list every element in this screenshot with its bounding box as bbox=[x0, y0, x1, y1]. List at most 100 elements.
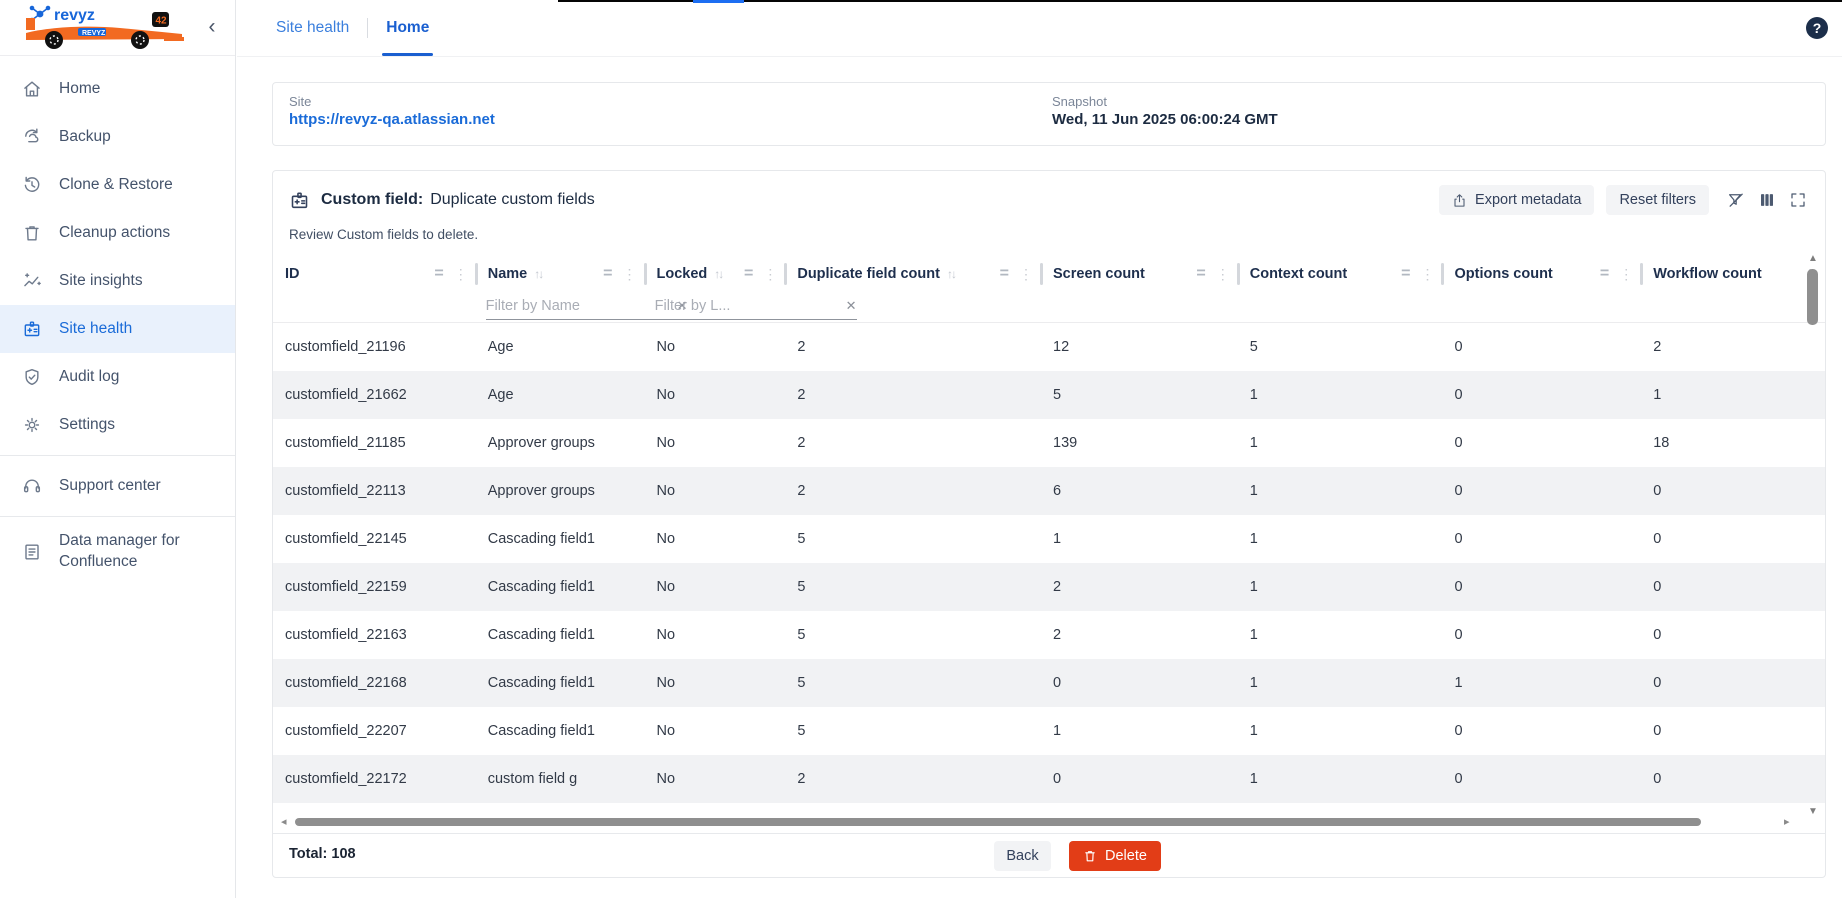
sort-icon[interactable]: ↑↓ bbox=[714, 267, 722, 281]
sidebar-item-label: Clone & Restore bbox=[59, 176, 173, 194]
column-resize-handle-icon[interactable]: = bbox=[1196, 265, 1205, 283]
sidebar-item-cleanup-actions[interactable]: Cleanup actions bbox=[0, 209, 235, 257]
sidebar-item-site-health[interactable]: Site health bbox=[0, 305, 235, 353]
settings-icon bbox=[22, 415, 42, 435]
column-menu-icon[interactable]: ⋮ bbox=[1420, 266, 1434, 283]
cell-name: Cascading field1 bbox=[476, 675, 645, 691]
sort-icon[interactable]: ↑↓ bbox=[534, 267, 542, 281]
tab-home[interactable]: Home bbox=[386, 0, 429, 57]
sidebar-item-backup[interactable]: Backup bbox=[0, 113, 235, 161]
recording-progress bbox=[693, 0, 744, 3]
column-header-duplicate-field-count[interactable]: Duplicate field count ↑↓ = ⋮ bbox=[785, 257, 1041, 291]
scroll-down-arrow-icon[interactable]: ▼ bbox=[1806, 806, 1820, 817]
columns-icon[interactable] bbox=[1758, 191, 1776, 209]
cell-workflow-count: 0 bbox=[1641, 723, 1825, 739]
cell-screen-count: 1 bbox=[1041, 531, 1238, 547]
cell-options-count: 1 bbox=[1442, 675, 1641, 691]
sidebar-item-audit-log[interactable]: Audit log bbox=[0, 353, 235, 401]
sidebar-item-support-center[interactable]: Support center bbox=[0, 462, 235, 510]
scroll-up-arrow-icon[interactable]: ▲ bbox=[1806, 253, 1820, 264]
help-button[interactable]: ? bbox=[1806, 17, 1828, 39]
cell-options-count: 0 bbox=[1442, 483, 1641, 499]
column-header-id[interactable]: ID=⋮ bbox=[273, 257, 476, 291]
column-resize-handle-icon[interactable]: = bbox=[1401, 265, 1410, 283]
table-row[interactable]: customfield_21662AgeNo25101 bbox=[273, 371, 1825, 419]
column-header-workflow-count[interactable]: Workflow count⋮ bbox=[1641, 257, 1825, 291]
vertical-scrollbar-thumb[interactable] bbox=[1807, 269, 1818, 325]
table-row[interactable]: customfield_22159Cascading field1No52100 bbox=[273, 563, 1825, 611]
filter-cell-locked: ✕ bbox=[645, 291, 786, 322]
horizontal-scrollbar[interactable]: ◂ ▸ bbox=[281, 816, 1819, 828]
sidebar-item-site-insights[interactable]: Site insights bbox=[0, 257, 235, 305]
breadcrumb-site-health[interactable]: Site health bbox=[276, 19, 349, 37]
document-icon bbox=[22, 542, 42, 562]
scroll-left-arrow-icon[interactable]: ◂ bbox=[281, 815, 287, 828]
filter-cell-id bbox=[273, 291, 476, 322]
cell-locked: No bbox=[645, 483, 786, 499]
sidebar-item-settings[interactable]: Settings bbox=[0, 401, 235, 449]
sidebar-item-data-manager-for-confluence[interactable]: Data manager for Confluence bbox=[0, 523, 235, 581]
column-resize-handle-icon[interactable]: = bbox=[1000, 265, 1009, 283]
column-label: Duplicate field count bbox=[797, 266, 940, 282]
table-row[interactable]: customfield_22113Approver groupsNo26100 bbox=[273, 467, 1825, 515]
sidebar-item-clone-restore[interactable]: Clone & Restore bbox=[0, 161, 235, 209]
column-resize-handle-icon[interactable]: = bbox=[1600, 265, 1609, 283]
column-header-locked[interactable]: Locked↑↓=⋮ bbox=[645, 257, 786, 291]
column-header-context-count[interactable]: Context count=⋮ bbox=[1238, 257, 1443, 291]
cell-locked: No bbox=[645, 387, 786, 403]
site-info-card: Site https://revyz-qa.atlassian.net Snap… bbox=[272, 82, 1826, 146]
table-row[interactable]: customfield_22168Cascading field1No50110 bbox=[273, 659, 1825, 707]
table-row[interactable]: customfield_22172custom field gNo20100 bbox=[273, 755, 1825, 803]
column-resize-handle-icon[interactable]: = bbox=[434, 265, 443, 283]
cell-screen-count: 139 bbox=[1041, 435, 1238, 451]
sidebar-item-label: Site insights bbox=[59, 272, 143, 290]
back-button[interactable]: Back bbox=[994, 841, 1051, 871]
filter-cell-name: ✕ bbox=[476, 291, 645, 322]
cell-duplicate-field-count: 5 bbox=[785, 675, 1041, 691]
column-header-options-count[interactable]: Options count=⋮ bbox=[1442, 257, 1641, 291]
table-row[interactable]: customfield_22163Cascading field1No52100 bbox=[273, 611, 1825, 659]
column-header-screen-count[interactable]: Screen count=⋮ bbox=[1041, 257, 1238, 291]
column-resize-handle-icon[interactable]: = bbox=[603, 265, 612, 283]
column-resize-handle-icon[interactable]: = bbox=[744, 265, 753, 283]
table-row[interactable]: customfield_22145Cascading field1No51100 bbox=[273, 515, 1825, 563]
race-car-graphic: REVYZ 42 bbox=[26, 12, 184, 49]
column-menu-icon[interactable]: ⋮ bbox=[763, 266, 777, 283]
delete-button[interactable]: Delete bbox=[1069, 841, 1161, 871]
column-label: Workflow count bbox=[1653, 266, 1761, 282]
site-health-icon bbox=[22, 319, 42, 339]
column-menu-icon[interactable]: ⋮ bbox=[1619, 266, 1633, 283]
column-menu-icon[interactable]: ⋮ bbox=[454, 266, 468, 283]
table-row[interactable]: customfield_21185Approver groupsNo213910… bbox=[273, 419, 1825, 467]
column-menu-icon[interactable]: ⋮ bbox=[1019, 266, 1033, 283]
vertical-scrollbar[interactable]: ▲ ▼ bbox=[1806, 255, 1820, 815]
cell-id: customfield_22163 bbox=[273, 627, 476, 643]
site-block: Site https://revyz-qa.atlassian.net bbox=[289, 94, 1809, 129]
cell-duplicate-field-count: 2 bbox=[785, 771, 1041, 787]
horizontal-scrollbar-thumb[interactable] bbox=[295, 818, 1701, 826]
column-menu-icon[interactable]: ⋮ bbox=[1216, 266, 1230, 283]
sidebar-collapse-button[interactable]: ‹ bbox=[199, 14, 225, 40]
export-metadata-button[interactable]: Export metadata bbox=[1439, 185, 1594, 215]
cell-name: Approver groups bbox=[476, 483, 645, 499]
sort-icon[interactable]: ↑↓ bbox=[947, 267, 955, 281]
audit-log-icon bbox=[22, 367, 42, 387]
sidebar-item-home[interactable]: Home bbox=[0, 65, 235, 113]
filter-off-icon[interactable] bbox=[1727, 191, 1745, 209]
cell-options-count: 0 bbox=[1442, 579, 1641, 595]
table-row[interactable]: customfield_22207Cascading field1No51100 bbox=[273, 707, 1825, 755]
cell-screen-count: 0 bbox=[1041, 675, 1238, 691]
fullscreen-icon[interactable] bbox=[1789, 191, 1807, 209]
sidebar-header: revyz REVYZ 42 ‹ bbox=[0, 0, 235, 56]
insights-icon bbox=[22, 271, 42, 291]
column-header-name[interactable]: Name ↑↓ = ⋮ bbox=[476, 257, 645, 291]
scroll-right-arrow-icon[interactable]: ▸ bbox=[1784, 815, 1790, 828]
column-menu-icon[interactable]: ⋮ bbox=[623, 266, 637, 283]
column-label: Name bbox=[488, 266, 528, 282]
site-url-link[interactable]: https://revyz-qa.atlassian.net bbox=[289, 111, 495, 128]
table-row[interactable]: customfield_21196AgeNo212502 bbox=[273, 323, 1825, 371]
reset-filters-button[interactable]: Reset filters bbox=[1606, 185, 1709, 215]
cell-locked: No bbox=[645, 579, 786, 595]
cell-name: Approver groups bbox=[476, 435, 645, 451]
tab-bar: Site health Home ? bbox=[237, 0, 1842, 57]
